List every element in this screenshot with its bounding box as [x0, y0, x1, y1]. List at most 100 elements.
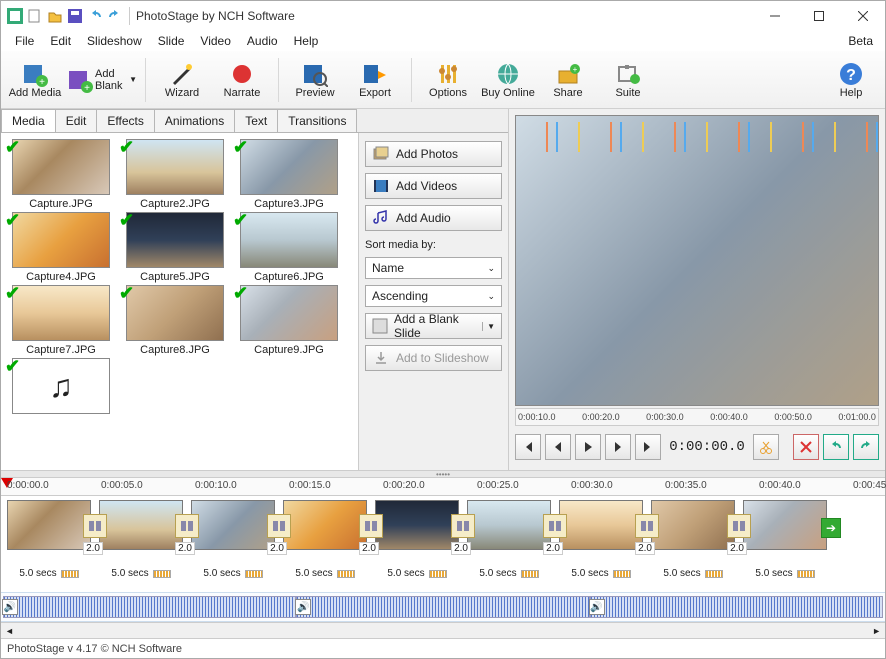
media-thumbnail[interactable]: ✔Capture5.JPG	[121, 212, 229, 283]
beta-label: Beta	[848, 34, 879, 48]
menu-video[interactable]: Video	[192, 32, 238, 50]
new-icon[interactable]	[27, 8, 43, 24]
options-button[interactable]: Options	[420, 54, 476, 106]
minimize-button[interactable]	[753, 2, 797, 30]
tab-transitions[interactable]: Transitions	[277, 109, 357, 132]
add-photos-button[interactable]: Add Photos	[365, 141, 502, 167]
horizontal-splitter[interactable]: •••••	[1, 470, 885, 478]
duration-bars-icon	[797, 570, 815, 578]
chevron-down-icon: ⌄	[487, 263, 495, 274]
next-frame-button[interactable]	[605, 434, 631, 460]
menu-file[interactable]: File	[7, 32, 42, 50]
sort-field-select[interactable]: Name⌄	[365, 257, 502, 279]
media-thumbnail[interactable]: ✔Capture8.JPG	[121, 285, 229, 356]
tab-media[interactable]: Media	[1, 109, 56, 132]
tab-text[interactable]: Text	[234, 109, 278, 132]
add-blank-button[interactable]: + Add Blank ▼	[67, 54, 137, 106]
wizard-icon	[169, 61, 195, 87]
transition-icon[interactable]	[451, 514, 475, 538]
media-thumbnail[interactable]: ✔Capture3.JPG	[235, 139, 343, 210]
prev-frame-button[interactable]	[545, 434, 571, 460]
tab-animations[interactable]: Animations	[154, 109, 235, 132]
end-arrow-icon[interactable]: ➔	[821, 518, 841, 538]
menu-slideshow[interactable]: Slideshow	[79, 32, 150, 50]
add-blank-slide-button[interactable]: Add a Blank Slide▼	[365, 313, 502, 339]
suite-button[interactable]: Suite	[600, 54, 656, 106]
preview-panel[interactable]	[515, 115, 879, 406]
goto-start-button[interactable]	[515, 434, 541, 460]
split-button[interactable]	[753, 434, 779, 460]
save-icon[interactable]	[67, 8, 83, 24]
buy-online-button[interactable]: Buy Online	[480, 54, 536, 106]
delete-button[interactable]	[793, 434, 819, 460]
media-thumbnail[interactable]: ✔Capture6.JPG	[235, 212, 343, 283]
media-thumbnail[interactable]: ✔Capture4.JPG	[7, 212, 115, 283]
duration-bars-icon	[61, 570, 79, 578]
media-tabs: MediaEditEffectsAnimationsTextTransition…	[1, 109, 508, 133]
timeline-clip[interactable]: 2.05.0 secs	[463, 500, 555, 588]
open-icon[interactable]	[47, 8, 63, 24]
media-thumbnail[interactable]: ✔Capture9.JPG	[235, 285, 343, 356]
timeline-clip[interactable]: ➔5.0 secs	[739, 500, 831, 588]
check-icon: ✔	[233, 210, 248, 231]
maximize-button[interactable]	[797, 2, 841, 30]
media-thumbnail[interactable]: ✔Capture7.JPG	[7, 285, 115, 356]
export-button[interactable]: Export	[347, 54, 403, 106]
transition-icon[interactable]	[727, 514, 751, 538]
play-button[interactable]	[575, 434, 601, 460]
preview-button[interactable]: Preview	[287, 54, 343, 106]
timeline-video-track[interactable]: 2.05.0 secs2.05.0 secs2.05.0 secs2.05.0 …	[1, 496, 885, 592]
transition-icon[interactable]	[543, 514, 567, 538]
help-icon: ?	[838, 61, 864, 87]
horizontal-scrollbar[interactable]: ◄ ►	[1, 622, 885, 638]
timeline-audio-track[interactable]: 🔊🔊🔊	[1, 592, 885, 622]
transition-icon[interactable]	[175, 514, 199, 538]
narrate-button[interactable]: Narrate	[214, 54, 270, 106]
media-thumbnail[interactable]: ✔Capture2.JPG	[121, 139, 229, 210]
add-media-button[interactable]: + Add Media	[7, 54, 63, 106]
undo-button[interactable]	[823, 434, 849, 460]
timeline-clip[interactable]: 2.05.0 secs	[555, 500, 647, 588]
tab-effects[interactable]: Effects	[96, 109, 154, 132]
wizard-button[interactable]: Wizard	[154, 54, 210, 106]
download-icon	[372, 349, 390, 367]
media-thumbnail-audio[interactable]: ✔♫	[7, 358, 115, 414]
audio-clip[interactable]: 🔊	[3, 596, 296, 618]
redo-button[interactable]	[853, 434, 879, 460]
redo-icon[interactable]	[107, 8, 123, 24]
goto-end-button[interactable]	[635, 434, 661, 460]
audio-clip[interactable]: 🔊	[296, 596, 589, 618]
chevron-down-icon[interactable]: ▼	[129, 75, 137, 84]
transition-icon[interactable]	[635, 514, 659, 538]
timeline-clip[interactable]: 2.05.0 secs	[95, 500, 187, 588]
timeline-clip[interactable]: 2.05.0 secs	[3, 500, 95, 588]
close-button[interactable]	[841, 2, 885, 30]
add-videos-button[interactable]: Add Videos	[365, 173, 502, 199]
timeline-clip[interactable]: 2.05.0 secs	[371, 500, 463, 588]
add-to-slideshow-button[interactable]: Add to Slideshow	[365, 345, 502, 371]
media-grid[interactable]: ✔Capture.JPG✔Capture2.JPG✔Capture3.JPG✔C…	[1, 133, 358, 470]
undo-icon[interactable]	[87, 8, 103, 24]
tab-edit[interactable]: Edit	[55, 109, 98, 132]
transition-icon[interactable]	[267, 514, 291, 538]
sort-label: Sort media by:	[365, 239, 502, 251]
menu-audio[interactable]: Audio	[239, 32, 286, 50]
suite-icon	[615, 61, 641, 87]
share-button[interactable]: + Share	[540, 54, 596, 106]
sort-direction-select[interactable]: Ascending⌄	[365, 285, 502, 307]
transition-icon[interactable]	[359, 514, 383, 538]
media-thumbnail[interactable]: ✔Capture.JPG	[7, 139, 115, 210]
menu-slide[interactable]: Slide	[150, 32, 193, 50]
menu-edit[interactable]: Edit	[42, 32, 79, 50]
chevron-down-icon[interactable]: ▼	[482, 322, 495, 331]
timeline-clip[interactable]: 2.05.0 secs	[647, 500, 739, 588]
help-button[interactable]: ? Help	[823, 54, 879, 106]
timeline-clip[interactable]: 2.05.0 secs	[187, 500, 279, 588]
transition-icon[interactable]	[83, 514, 107, 538]
export-icon	[362, 61, 388, 87]
menu-help[interactable]: Help	[286, 32, 327, 50]
audio-clip[interactable]: 🔊	[590, 596, 883, 618]
add-audio-button[interactable]: Add Audio	[365, 205, 502, 231]
timeline-clip[interactable]: 2.05.0 secs	[279, 500, 371, 588]
timeline-ruler[interactable]: 0:00:00.00:00:05.00:00:10.00:00:15.00:00…	[1, 478, 885, 496]
